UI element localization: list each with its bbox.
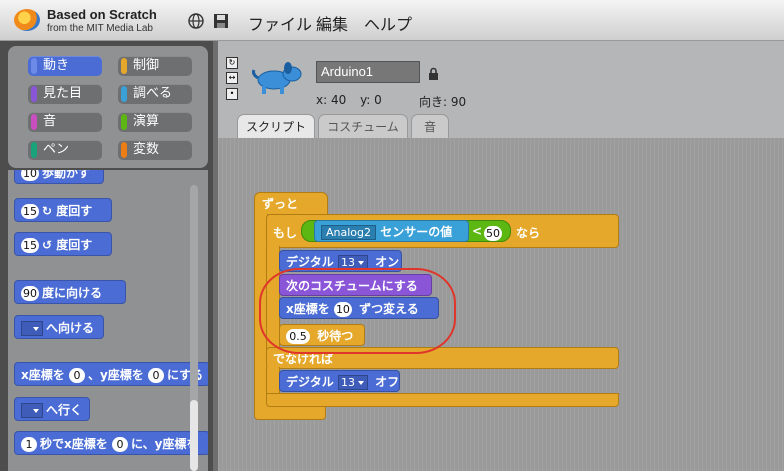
- category-pen[interactable]: ペン: [28, 140, 102, 160]
- sensor-label: センサーの値: [380, 225, 453, 239]
- block-label: 度回す: [56, 204, 93, 218]
- rotate-style-none-icon[interactable]: •: [226, 88, 238, 100]
- category-color-stripe: [31, 114, 37, 130]
- category-label: 変数: [133, 142, 160, 157]
- category-label: 音: [43, 114, 57, 129]
- tab-scripts[interactable]: スクリプト: [237, 114, 315, 138]
- category-selector: 動き 制御 見た目 調べる 音 演算 ペン 変数: [8, 46, 208, 168]
- category-color-stripe: [121, 114, 127, 130]
- category-label: 制御: [133, 58, 160, 73]
- number-input[interactable]: 10: [21, 170, 39, 181]
- palette-scrollbar-thumb[interactable]: [190, 400, 198, 471]
- sprite-thumbnail: [250, 58, 304, 102]
- block-label: デジタル: [286, 375, 334, 389]
- lock-icon[interactable]: [428, 65, 439, 80]
- tab-sounds[interactable]: 音: [411, 114, 449, 138]
- sprite-direction: 向き: 90: [419, 95, 467, 109]
- number-input[interactable]: 90: [21, 286, 39, 301]
- palette-block-point-towards[interactable]: へ向ける: [14, 315, 104, 339]
- app-title: Based on Scratch: [47, 7, 157, 22]
- if-label: もし: [273, 226, 298, 240]
- save-disk-icon[interactable]: [213, 13, 229, 29]
- app-subtitle: from the MIT Media Lab: [47, 23, 153, 34]
- dropdown-input[interactable]: [21, 403, 43, 418]
- palette-block-point-direction[interactable]: 90 度に向ける: [14, 280, 126, 304]
- if-else-block-bottom: [266, 393, 619, 407]
- compare-value-input[interactable]: 50: [484, 223, 505, 242]
- category-color-stripe: [121, 58, 127, 74]
- then-label: なら: [516, 226, 541, 240]
- palette-block-goto[interactable]: へ行く: [14, 397, 90, 421]
- number-input[interactable]: 1: [21, 437, 37, 452]
- number-input[interactable]: 0: [68, 368, 85, 383]
- category-looks[interactable]: 見た目: [28, 84, 102, 104]
- block-label: 度回す: [56, 238, 93, 252]
- sensor-value-reporter[interactable]: Analog2 センサーの値: [314, 220, 469, 242]
- block-label: オフ: [375, 375, 400, 389]
- dropdown-input[interactable]: [21, 321, 43, 336]
- number-input[interactable]: 15: [21, 238, 39, 253]
- category-color-stripe: [31, 58, 37, 74]
- block-label: へ行く: [46, 403, 83, 417]
- less-than-symbol: <: [472, 224, 483, 238]
- number-input[interactable]: 15: [21, 204, 39, 219]
- forever-block-bottom: [254, 406, 326, 420]
- palette-block-move[interactable]: 10 歩動かす: [14, 170, 104, 184]
- rotate-ccw-icon: ↺: [42, 238, 57, 252]
- block-label: オン: [375, 255, 400, 269]
- block-label: へ向ける: [46, 321, 95, 335]
- number-input[interactable]: 50: [484, 226, 502, 241]
- block-label: 歩動かす: [42, 170, 91, 180]
- rotate-cw-icon: ↻: [42, 204, 57, 218]
- palette-block-goto-xy[interactable]: x座標を 0 、y座標を 0 にする: [14, 362, 208, 386]
- rotate-style-flip-icon[interactable]: ↔: [226, 72, 238, 84]
- palette-block-turn-right[interactable]: 15 ↻ 度回す: [14, 198, 112, 222]
- highlight-annotation: [259, 268, 456, 354]
- block-label: 、y座標を: [87, 368, 144, 382]
- menu-help[interactable]: ヘルプ: [364, 11, 412, 35]
- forever-label: ずっと: [262, 197, 299, 211]
- block-label: 度に向ける: [42, 286, 103, 300]
- pin-dropdown[interactable]: 13: [337, 375, 368, 390]
- category-label: ペン: [43, 142, 70, 157]
- number-input[interactable]: 0: [147, 368, 164, 383]
- menu-file[interactable]: ファイル: [248, 11, 312, 35]
- block-label: 秒でx座標を: [40, 437, 108, 451]
- sprite-x: x: 40: [316, 93, 347, 107]
- category-variables[interactable]: 変数: [118, 140, 192, 160]
- category-color-stripe: [121, 142, 127, 158]
- category-sensing[interactable]: 調べる: [118, 84, 192, 104]
- language-globe-icon[interactable]: [188, 13, 204, 29]
- block-label: x座標を: [21, 368, 65, 382]
- menu-bar: Based on Scratch from the MIT Media Lab …: [0, 0, 784, 41]
- menu-edit[interactable]: 編集: [316, 11, 348, 35]
- sprite-coordinates: x: 40 y: 0: [316, 93, 392, 107]
- category-label: 調べる: [133, 86, 173, 101]
- tab-costumes[interactable]: コスチューム: [318, 114, 408, 138]
- number-input[interactable]: 0: [111, 437, 128, 452]
- sensor-dropdown[interactable]: Analog2: [321, 225, 377, 240]
- palette-block-turn-left[interactable]: 15 ↺ 度回す: [14, 232, 112, 256]
- category-color-stripe: [121, 86, 127, 102]
- rotate-style-full-icon[interactable]: ↻: [226, 57, 238, 69]
- scratch-logo-icon: [14, 9, 40, 31]
- block-palette: 10 歩動かす 15 ↻ 度回す 15 ↺ 度回す 90 度に向ける へ向ける x座標を…: [8, 170, 208, 471]
- category-sound[interactable]: 音: [28, 112, 102, 132]
- category-motion[interactable]: 動き: [28, 56, 102, 76]
- category-control[interactable]: 制御: [118, 56, 192, 76]
- category-label: 動き: [43, 58, 70, 73]
- category-label: 演算: [133, 114, 160, 129]
- category-label: 見た目: [43, 86, 83, 101]
- block-label: デジタル: [286, 255, 334, 269]
- category-color-stripe: [31, 142, 37, 158]
- digital-off-block[interactable]: デジタル 13 オフ: [279, 370, 400, 392]
- palette-block-glide[interactable]: 1 秒でx座標を 0 に、y座標を: [14, 431, 208, 455]
- block-label: に、y座標を: [130, 437, 199, 451]
- sprite-y: y: 0: [360, 93, 382, 107]
- sprite-name-input[interactable]: Arduino1: [316, 61, 420, 83]
- category-color-stripe: [31, 86, 37, 102]
- category-operators[interactable]: 演算: [118, 112, 192, 132]
